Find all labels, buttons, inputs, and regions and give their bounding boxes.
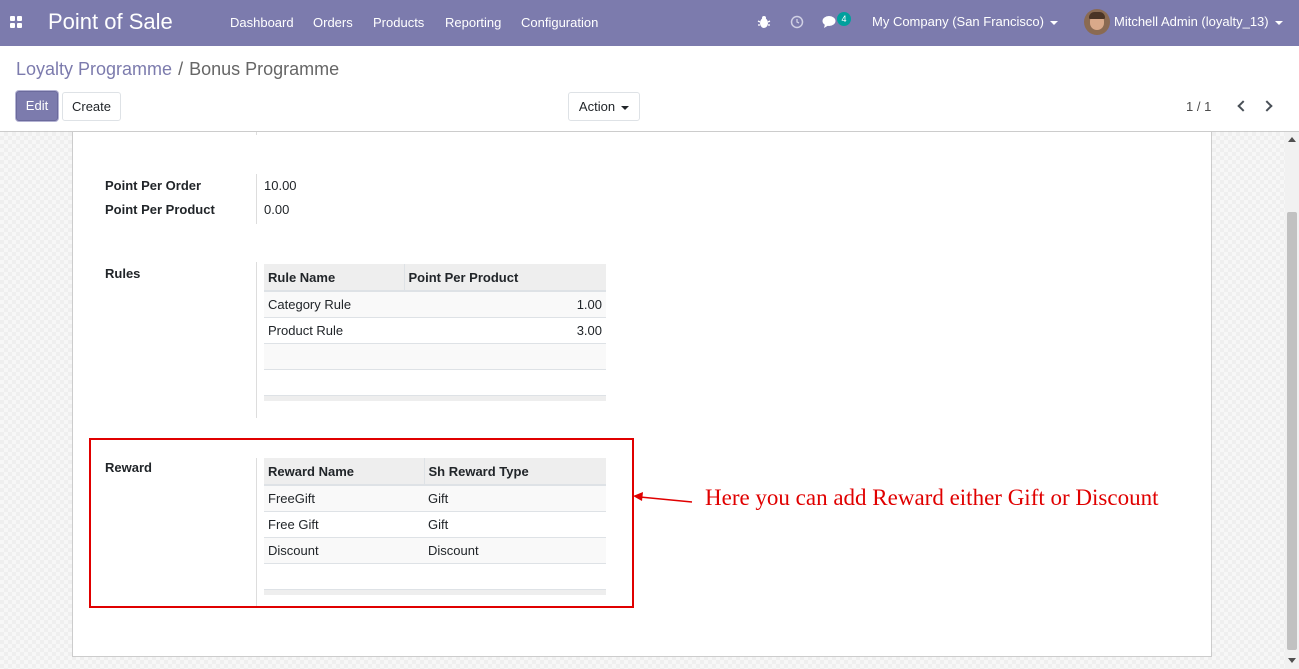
- arrow-left-icon: [633, 492, 693, 503]
- form-view-area: Point Per Order Point Per Product 10.00 …: [0, 131, 1299, 669]
- point-per-product-label: Point Per Product: [105, 202, 215, 217]
- user-menu[interactable]: Mitchell Admin (loyalty_13): [1114, 14, 1283, 29]
- message-count-badge: 4: [837, 12, 851, 26]
- chevron-left-icon[interactable]: [1234, 98, 1248, 114]
- point-per-product-value: 0.00: [264, 202, 290, 217]
- rule-points-cell[interactable]: 1.00: [404, 291, 606, 318]
- rules-table: Rule Name Point Per Product Category Rul…: [264, 264, 606, 401]
- scrollbar[interactable]: [1285, 132, 1299, 669]
- app-title[interactable]: Point of Sale: [48, 9, 173, 35]
- column-header-point-per-product[interactable]: Point Per Product: [403, 264, 606, 292]
- chevron-down-icon: [1049, 20, 1058, 25]
- menu-products[interactable]: Products: [373, 15, 424, 30]
- point-per-order-value: 10.00: [264, 178, 297, 193]
- breadcrumb-separator: /: [178, 59, 184, 79]
- rules-label: Rules: [105, 266, 141, 281]
- annotation-text: Here you can add Reward either Gift or D…: [705, 485, 1159, 510]
- menu-orders[interactable]: Orders: [313, 15, 353, 30]
- rule-points-cell[interactable]: 3.00: [404, 317, 606, 344]
- scrollbar-thumb[interactable]: [1287, 212, 1297, 650]
- avatar[interactable]: [1084, 9, 1110, 35]
- chevron-right-icon[interactable]: [1261, 98, 1275, 114]
- action-dropdown[interactable]: Action: [568, 92, 640, 121]
- empty-row: [264, 369, 606, 396]
- table-row[interactable]: Product Rule 3.00: [264, 317, 606, 344]
- menu-configuration[interactable]: Configuration: [521, 15, 598, 30]
- point-per-order-label: Point Per Order: [105, 178, 202, 193]
- table-footer: [264, 395, 606, 401]
- create-button[interactable]: Create: [62, 92, 121, 121]
- scroll-down-icon[interactable]: [1288, 658, 1296, 663]
- company-name: My Company (San Francisco): [872, 14, 1044, 29]
- table-header: Rule Name Point Per Product: [264, 264, 606, 292]
- table-row[interactable]: Category Rule 1.00: [264, 291, 606, 318]
- clock-icon[interactable]: [790, 15, 804, 29]
- chevron-down-icon: [621, 105, 630, 110]
- menu-reporting[interactable]: Reporting: [445, 15, 501, 30]
- pager-value[interactable]: 1 / 1: [1186, 99, 1211, 114]
- rule-name-cell[interactable]: Product Rule: [264, 317, 404, 344]
- scroll-up-icon[interactable]: [1288, 137, 1296, 142]
- breadcrumb-current: Bonus Programme: [189, 59, 340, 79]
- chevron-down-icon: [1274, 20, 1283, 25]
- breadcrumb: Loyalty Programme / Bonus Programme: [16, 59, 339, 80]
- bug-icon[interactable]: [757, 15, 771, 29]
- rule-name-cell[interactable]: Category Rule: [264, 291, 404, 318]
- menu-dashboard[interactable]: Dashboard: [230, 15, 294, 30]
- user-name: Mitchell Admin (loyalty_13): [1114, 14, 1269, 29]
- reward-highlight-box: [89, 438, 634, 608]
- breadcrumb-parent-link[interactable]: Loyalty Programme: [16, 59, 172, 79]
- company-switcher[interactable]: My Company (San Francisco): [872, 14, 1058, 29]
- empty-row: [264, 343, 606, 370]
- top-navbar: Point of Sale Dashboard Orders Products …: [0, 0, 1299, 46]
- action-label: Action: [578, 99, 616, 114]
- edit-button[interactable]: Edit: [16, 91, 58, 121]
- chat-icon[interactable]: [822, 15, 838, 29]
- apps-icon[interactable]: [10, 16, 22, 28]
- column-header-rule-name[interactable]: Rule Name: [264, 264, 404, 292]
